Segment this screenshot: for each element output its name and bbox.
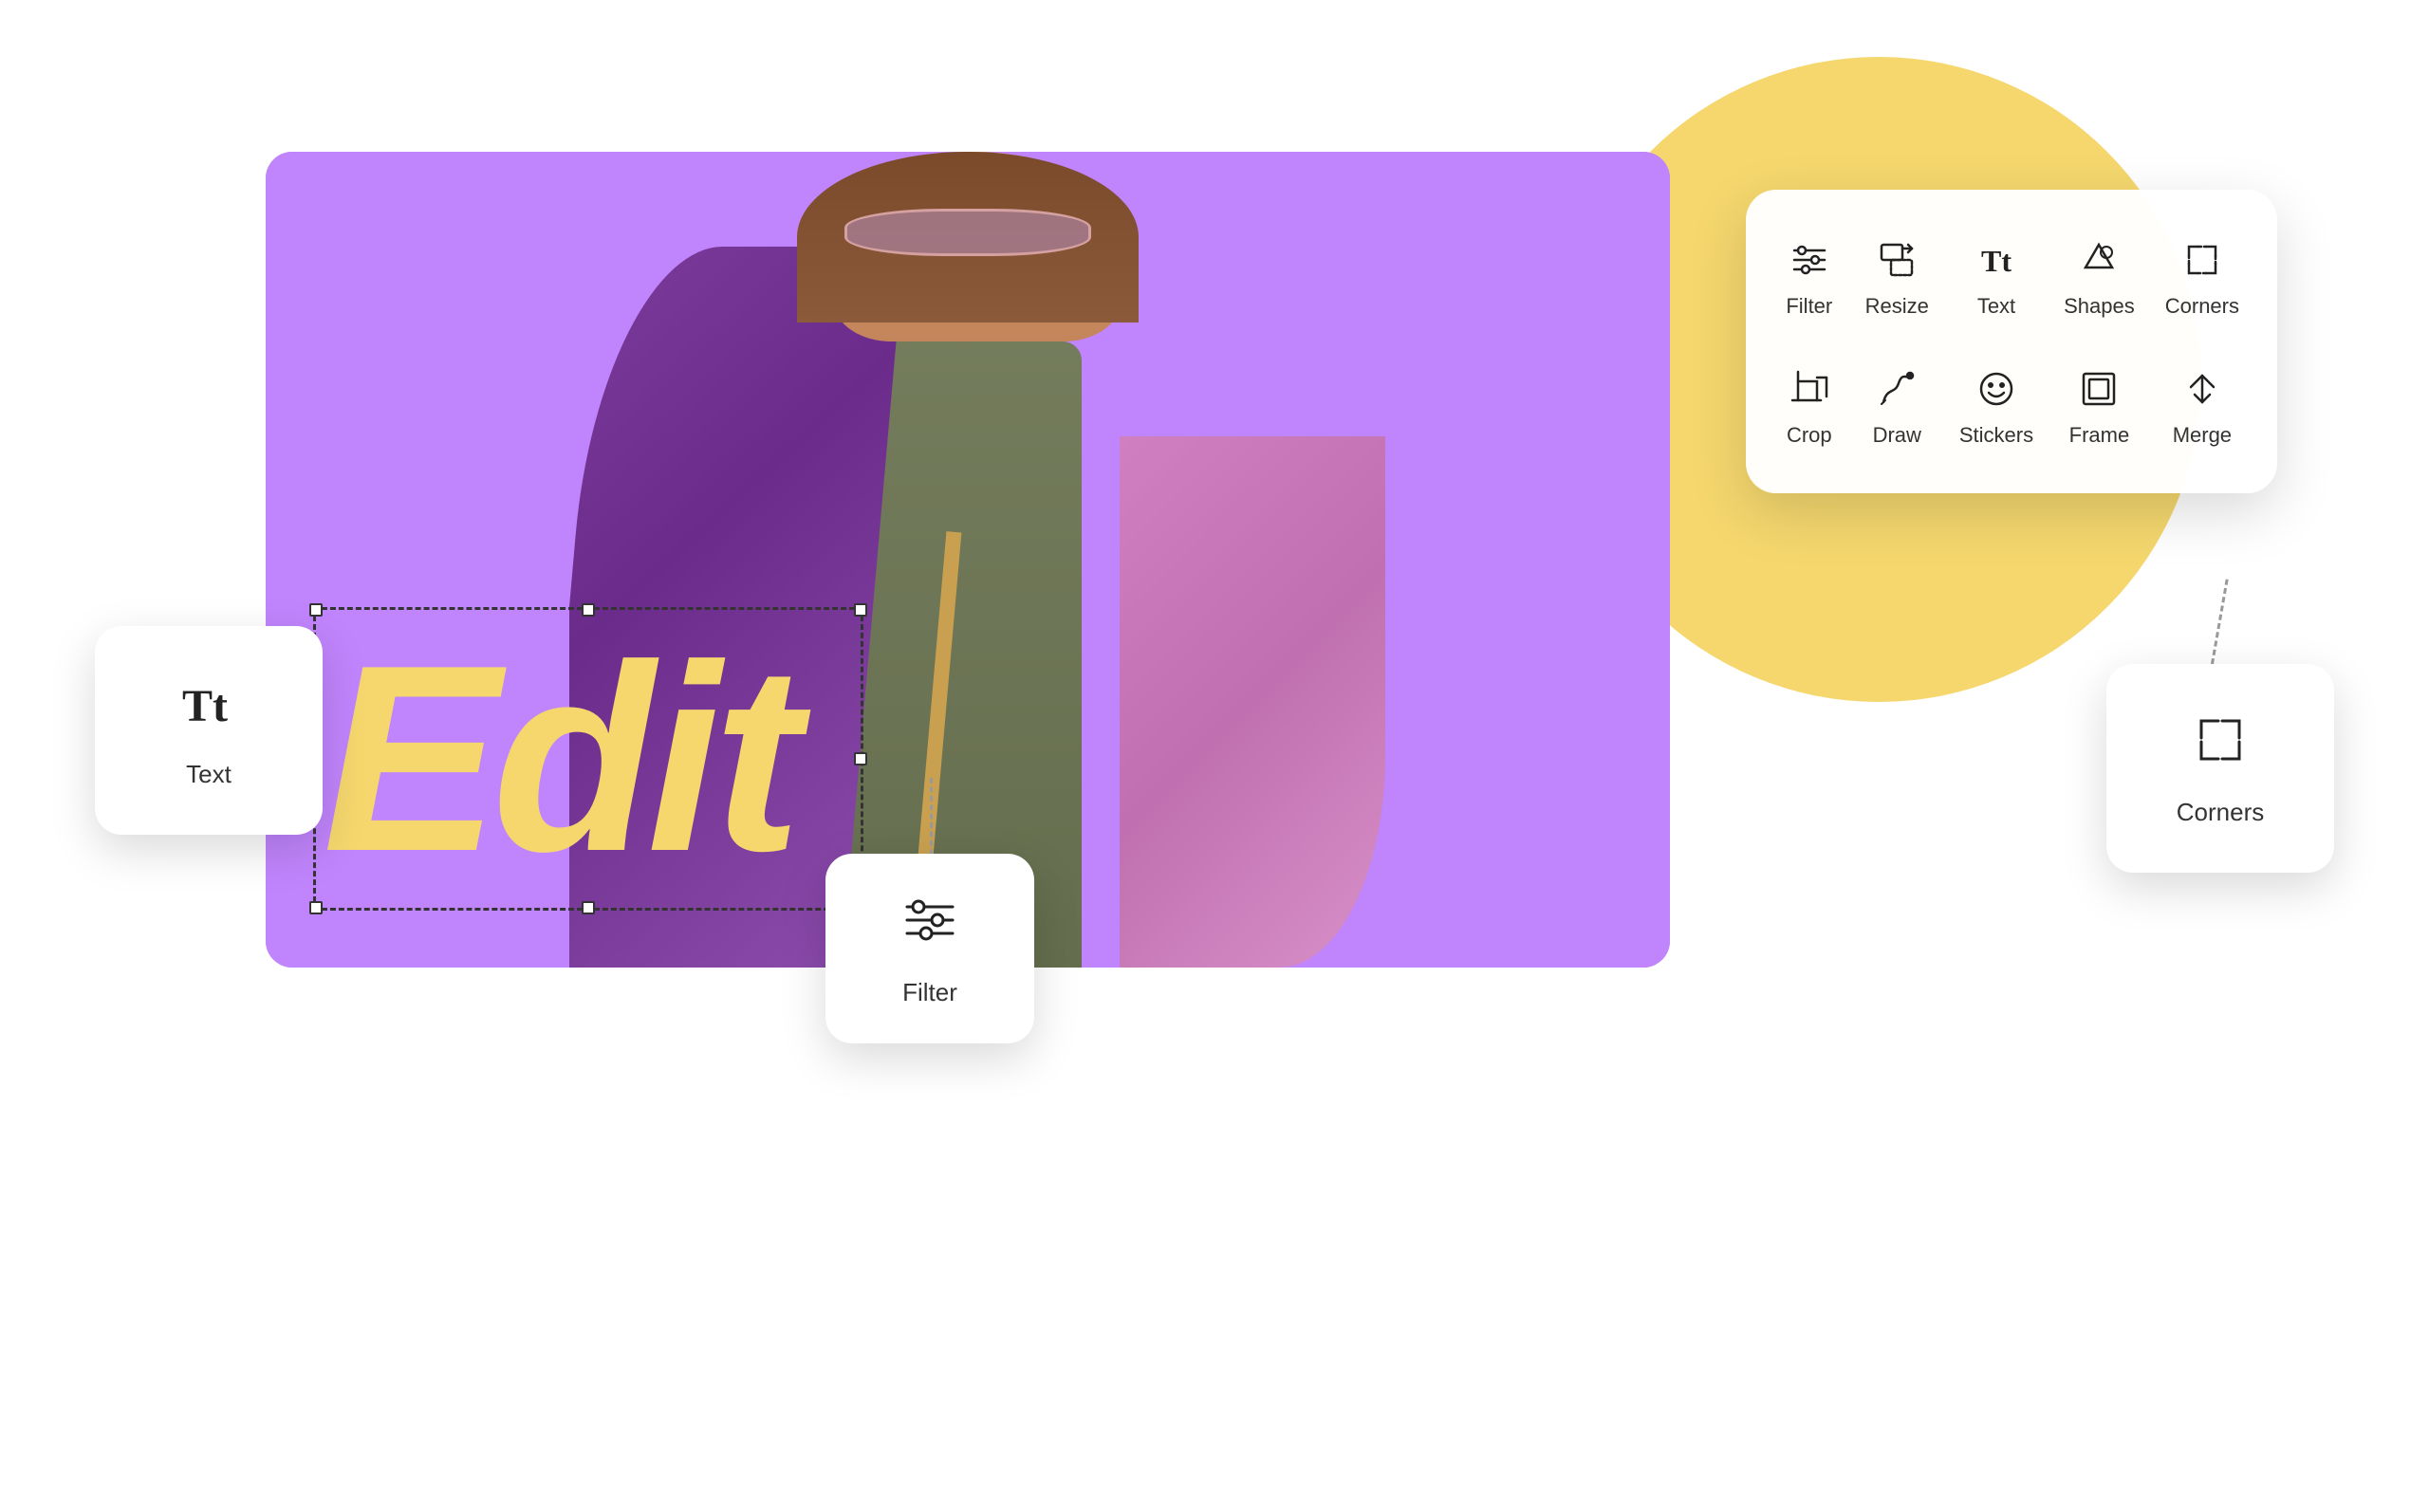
draw-label: Draw — [1873, 423, 1921, 448]
merge-label: Merge — [2173, 423, 2232, 448]
tool-frame[interactable]: Frame — [2056, 349, 2142, 463]
shapes-label: Shapes — [2064, 294, 2135, 319]
filter-icon — [1785, 235, 1834, 285]
text-large-icon: Tt — [178, 672, 239, 745]
shapes-icon — [2074, 235, 2123, 285]
draw-icon — [1872, 364, 1921, 414]
tool-crop[interactable]: Crop — [1776, 349, 1843, 463]
corners-label: Corners — [2165, 294, 2239, 319]
text-card-label: Text — [186, 760, 232, 789]
tool-draw[interactable]: Draw — [1858, 349, 1937, 463]
tool-text[interactable]: Tt Text — [1952, 220, 2041, 334]
text-icon: Tt — [1972, 235, 2021, 285]
resize-icon — [1872, 235, 1921, 285]
frame-label: Frame — [2069, 423, 2130, 448]
corners-icon — [2178, 235, 2227, 285]
tool-merge[interactable]: Merge — [2158, 349, 2247, 463]
text-label: Text — [1977, 294, 2015, 319]
filter-large-icon — [899, 890, 960, 963]
resize-label: Resize — [1865, 294, 1929, 319]
filter-label: Filter — [1786, 294, 1832, 319]
tool-corners[interactable]: Corners — [2158, 220, 2247, 334]
tool-stickers[interactable]: Stickers — [1952, 349, 2041, 463]
svg-text:Tt: Tt — [1981, 244, 2012, 278]
corners-card-label: Corners — [2177, 798, 2264, 827]
floating-filter-card[interactable]: Filter — [825, 854, 1034, 1043]
frame-icon — [2074, 364, 2123, 414]
floating-text-card[interactable]: Tt Text — [95, 626, 323, 835]
corners-large-icon — [2190, 710, 2251, 783]
crop-label: Crop — [1787, 423, 1832, 448]
canvas-area: Edit — [266, 152, 1670, 968]
tool-filter[interactable]: Filter — [1776, 220, 1843, 334]
crop-icon — [1785, 364, 1834, 414]
stickers-label: Stickers — [1959, 423, 2033, 448]
tool-resize[interactable]: Resize — [1858, 220, 1937, 334]
floating-corners-card[interactable]: Corners — [2106, 664, 2334, 873]
tool-shapes[interactable]: Shapes — [2056, 220, 2142, 334]
canvas-edit-text: Edit — [323, 626, 794, 892]
stickers-icon — [1972, 364, 2021, 414]
filter-card-label: Filter — [902, 978, 957, 1007]
svg-text:Tt: Tt — [182, 681, 228, 731]
dashed-line-corners — [2209, 579, 2228, 673]
merge-icon — [2178, 364, 2227, 414]
toolbar-panel: Filter Resize Tt Text Sh — [1746, 190, 2277, 493]
